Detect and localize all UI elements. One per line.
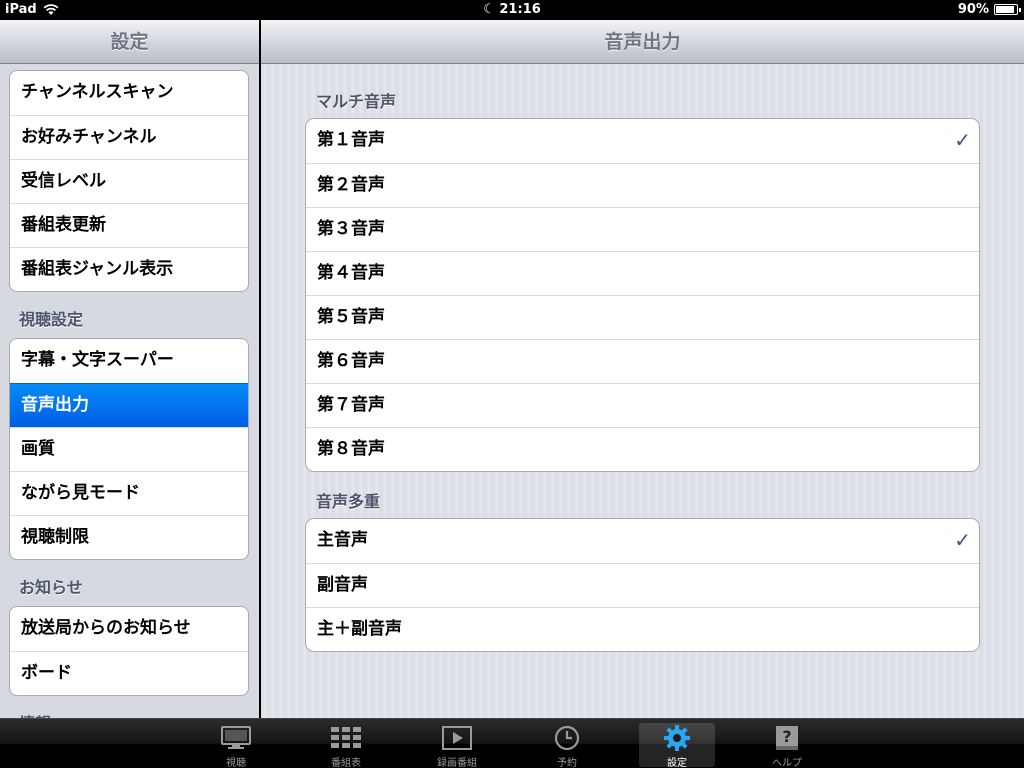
sidebar-item-epg-update[interactable]: 番組表更新: [10, 203, 248, 247]
svg-text:?: ?: [782, 727, 791, 746]
tab-bar: 視聴 番組表 録画番組 予約 設定 ? ヘルプ: [0, 718, 1024, 768]
moon-icon: ☾: [483, 2, 495, 17]
tab-label: 視聴: [226, 758, 246, 768]
section-header-notices: お知らせ: [19, 578, 83, 597]
option-audio-4[interactable]: 第４音声: [306, 251, 979, 295]
option-audio-8[interactable]: 第８音声: [306, 427, 979, 471]
grid-icon: [331, 727, 361, 748]
gear-icon: [664, 725, 690, 751]
battery-icon: [994, 4, 1021, 15]
dual-audio-group: 主音声 ✓ 副音声 主＋副音声: [305, 518, 980, 652]
page-title: 音声出力: [261, 20, 1024, 64]
sidebar-item-broadcaster-notices[interactable]: 放送局からのお知らせ: [10, 607, 248, 651]
option-label: 第１音声: [317, 130, 385, 150]
tab-watch[interactable]: 視聴: [198, 723, 274, 768]
sidebar-item-signal-level[interactable]: 受信レベル: [10, 159, 248, 203]
status-bar: iPad ☾ 21:16 90%: [0, 0, 1024, 20]
sidebar-item-picture-quality[interactable]: 画質: [10, 427, 248, 471]
tab-help[interactable]: ? ヘルプ: [749, 723, 825, 768]
option-main-sub-audio[interactable]: 主＋副音声: [306, 607, 979, 651]
settings-sidebar: 設定 チャンネルスキャン お好みチャンネル 受信レベル 番組表更新 番組表ジャン…: [0, 20, 260, 718]
section-header-viewing: 視聴設定: [19, 310, 84, 329]
option-audio-7[interactable]: 第７音声: [306, 383, 979, 427]
sidebar-group-general: チャンネルスキャン お好みチャンネル 受信レベル 番組表更新 番組表ジャンル表示: [9, 70, 249, 292]
tab-label: 設定: [667, 758, 687, 768]
sidebar-item-favorite-channels[interactable]: お好みチャンネル: [10, 115, 248, 159]
play-icon: [442, 726, 472, 750]
option-audio-3[interactable]: 第３音声: [306, 207, 979, 251]
status-time: 21:16: [499, 2, 541, 17]
option-audio-2[interactable]: 第２音声: [306, 163, 979, 207]
sidebar-group-viewing: 字幕・文字スーパー 音声出力 画質 ながら見モード 視聴制限: [9, 338, 249, 560]
option-main-audio[interactable]: 主音声 ✓: [306, 519, 979, 563]
help-book-icon: ?: [776, 726, 798, 750]
sidebar-item-board[interactable]: ボード: [10, 651, 248, 695]
option-audio-5[interactable]: 第５音声: [306, 295, 979, 339]
clock-icon: [554, 725, 580, 751]
sidebar-title: 設定: [0, 20, 259, 64]
section-header-dual-audio: 音声多重: [316, 492, 381, 511]
sidebar-item-channel-scan[interactable]: チャンネルスキャン: [10, 71, 248, 115]
tab-epg[interactable]: 番組表: [308, 723, 384, 768]
sidebar-item-nagara-mode[interactable]: ながら見モード: [10, 471, 248, 515]
tab-label: 番組表: [331, 758, 361, 768]
tv-icon: [221, 726, 251, 749]
tab-label: 録画番組: [437, 758, 477, 768]
battery-percent: 90%: [957, 2, 989, 17]
option-audio-6[interactable]: 第６音声: [306, 339, 979, 383]
sidebar-item-subtitles[interactable]: 字幕・文字スーパー: [10, 339, 248, 383]
tab-label: ヘルプ: [772, 758, 802, 768]
sidebar-item-epg-genre[interactable]: 番組表ジャンル表示: [10, 247, 248, 291]
tab-settings[interactable]: 設定: [639, 723, 715, 768]
sidebar-item-parental-control[interactable]: 視聴制限: [10, 515, 248, 559]
option-label: 主音声: [317, 530, 368, 550]
tab-recordings[interactable]: 録画番組: [419, 723, 495, 768]
checkmark-icon: ✓: [954, 128, 971, 152]
checkmark-icon: ✓: [954, 528, 971, 552]
option-audio-1[interactable]: 第１音声 ✓: [306, 119, 979, 163]
sidebar-group-notices: 放送局からのお知らせ ボード: [9, 606, 249, 696]
section-header-info: 情報: [9, 696, 249, 718]
section-header-multi-audio: マルチ音声: [316, 92, 397, 111]
sidebar-item-audio-output[interactable]: 音声出力: [10, 383, 248, 427]
multi-audio-group: 第１音声 ✓ 第２音声 第３音声 第４音声 第５音声 第６音声 第７音声 第８音声: [305, 118, 980, 472]
option-sub-audio[interactable]: 副音声: [306, 563, 979, 607]
audio-output-panel: 音声出力 マルチ音声 第１音声 ✓ 第２音声 第３音声 第４音声 第５音声 第６音…: [261, 20, 1024, 718]
tab-label: 予約: [557, 758, 577, 768]
tab-reservations[interactable]: 予約: [529, 723, 605, 768]
